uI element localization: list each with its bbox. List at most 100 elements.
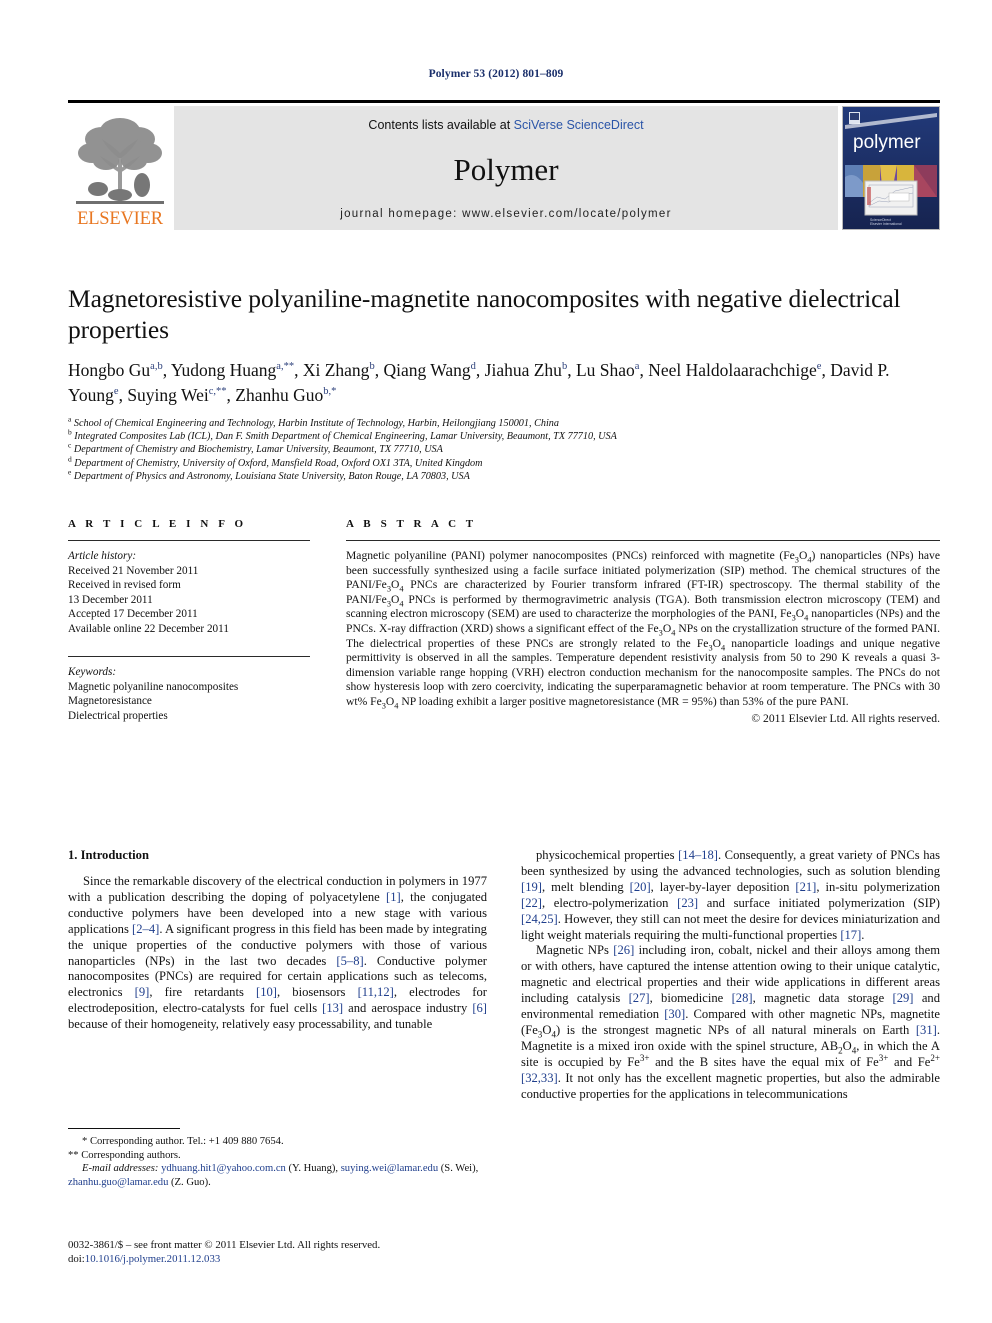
citation-ref[interactable]: [17]	[840, 928, 861, 942]
citation-ref[interactable]: [10]	[256, 985, 277, 999]
citation-ref[interactable]: [23]	[677, 896, 698, 910]
author-name: Yudong Huanga,**	[170, 360, 295, 380]
author-name: Suying Weic,**	[127, 385, 227, 405]
svg-text:polymer: polymer	[853, 132, 921, 153]
corresponding-author-tel: * Corresponding author. Tel.: +1 409 880…	[82, 1136, 284, 1147]
citation-ref[interactable]: [28]	[732, 991, 753, 1005]
left-column: 1. Introduction Since the remarkable dis…	[68, 848, 487, 1103]
email-link-huang[interactable]: ydhuang.hit1@yahoo.com.cn	[161, 1163, 286, 1174]
author-list: Hongbo Gua,b, Yudong Huanga,**, Xi Zhang…	[68, 360, 890, 405]
abstract-text: Magnetic polyaniline (PANI) polymer nano…	[346, 549, 941, 711]
elsevier-wordmark: ELSEVIER	[77, 209, 163, 229]
citation-ref[interactable]: [29]	[893, 991, 914, 1005]
article-info-column: A R T I C L E I N F O Article history: R…	[68, 518, 310, 725]
citation-ref[interactable]: [26]	[613, 943, 634, 957]
sciencedirect-link[interactable]: SciVerse ScienceDirect	[514, 118, 644, 132]
affiliation-line: c Department of Chemistry and Biochemist…	[68, 441, 443, 456]
citation-ref[interactable]: [31]	[916, 1023, 937, 1037]
author-name: Neel Haldolaarachchigee	[648, 360, 822, 380]
citation-ref[interactable]: [14–18]	[678, 848, 718, 862]
citation-ref[interactable]: [6]	[472, 1001, 487, 1015]
intro-paragraph-right-1: physicochemical properties [14–18]. Cons…	[521, 848, 940, 942]
citation-ref[interactable]: [9]	[135, 985, 150, 999]
abstract-rule	[346, 540, 940, 541]
author-affiliation-mark: a,**	[276, 361, 295, 373]
journal-homepage-link[interactable]: journal homepage: www.elsevier.com/locat…	[340, 208, 672, 220]
paper-page: Polymer 53 (2012) 801–809 ELSEVIER Conte…	[0, 0, 992, 1323]
article-info-rule	[68, 540, 310, 541]
abstract-column: A B S T R A C T Magnetic polyaniline (PA…	[346, 518, 940, 725]
citation-ref[interactable]: [21]	[795, 880, 816, 894]
citation-ref[interactable]: [5–8]	[336, 954, 363, 968]
affiliation-list: a School of Chemical Engineering and Tec…	[68, 414, 940, 483]
author-affiliation-mark: b,*	[323, 386, 337, 398]
article-info-heading: A R T I C L E I N F O	[68, 518, 247, 530]
author-affiliation-mark: b	[369, 361, 375, 373]
article-history-label: Article history:	[68, 550, 137, 562]
citation-ref[interactable]: [2–4]	[132, 922, 159, 936]
article-history-item: Received in revised form	[68, 579, 181, 591]
introduction-heading: 1. Introduction	[68, 848, 149, 862]
intro-paragraph-left-1: Since the remarkable discovery of the el…	[68, 874, 487, 1032]
email-addresses-line: E-mail addresses: ydhuang.hit1@yahoo.com…	[68, 1163, 479, 1188]
email-link-guo[interactable]: zhanhu.guo@lamar.edu	[68, 1177, 168, 1188]
affiliation-line: b Integrated Composites Lab (ICL), Dan F…	[68, 427, 617, 443]
citation-ref[interactable]: [19]	[521, 880, 542, 894]
body-columns: 1. Introduction Since the remarkable dis…	[68, 848, 940, 1103]
author-name: Qiang Wangd	[383, 360, 476, 380]
masthead-center-panel: Contents lists available at SciVerse Sci…	[174, 106, 838, 230]
citation-ref[interactable]: [24,25]	[521, 912, 558, 926]
author-name: Xi Zhangb	[302, 360, 375, 380]
citation-ref[interactable]: [13]	[322, 1001, 343, 1015]
imprint-block: 0032-3861/$ – see front matter © 2011 El…	[68, 1238, 528, 1266]
abstract-heading: A B S T R A C T	[346, 518, 477, 530]
citation-ref[interactable]: [30]	[664, 1007, 685, 1021]
author-affiliation-mark: c,**	[208, 386, 227, 398]
author-affiliation-mark: e	[113, 386, 119, 398]
right-column: physicochemical properties [14–18]. Cons…	[521, 848, 940, 1103]
affiliation-line: a School of Chemical Engineering and Tec…	[68, 414, 559, 429]
author-affiliation-mark: a	[634, 361, 640, 373]
issn-copyright-line: 0032-3861/$ – see front matter © 2011 El…	[68, 1239, 381, 1251]
title-block: Magnetoresistive polyaniline-magnetite n…	[68, 283, 940, 483]
author-name: Hongbo Gua,b	[68, 360, 163, 380]
elsevier-tree-icon	[76, 118, 164, 204]
email-link-wei[interactable]: suying.wei@lamar.edu	[341, 1163, 438, 1174]
info-abstract-region: A R T I C L E I N F O Article history: R…	[68, 518, 940, 725]
email-addresses-label: E-mail addresses:	[82, 1163, 159, 1175]
doi-link[interactable]: 10.1016/j.polymer.2011.12.033	[85, 1253, 220, 1265]
page-title: Magnetoresistive polyaniline-magnetite n…	[68, 284, 901, 344]
article-history-item: 13 December 2011	[68, 593, 153, 606]
corresponding-authors-note: ** Corresponding authors.	[68, 1149, 181, 1161]
citation-ref[interactable]: [20]	[630, 880, 651, 894]
footnote-rule	[68, 1128, 180, 1129]
svg-text:Elsevier International: Elsevier International	[870, 222, 902, 226]
citation-ref[interactable]: [27]	[629, 991, 650, 1005]
doi-line: doi:10.1016/j.polymer.2011.12.033	[68, 1252, 528, 1266]
affiliation-line: e Department of Physics and Astronomy, L…	[68, 467, 470, 482]
footnote-block: * Corresponding author. Tel.: +1 409 880…	[68, 1128, 487, 1189]
masthead-top-rule	[68, 100, 940, 103]
author-affiliation-mark: a,b	[150, 361, 163, 373]
author-affiliation-mark: d	[470, 361, 476, 373]
article-history-item: Available online 22 December 2011	[68, 622, 229, 635]
intro-paragraph-right-2: Magnetic NPs [26] including iron, cobalt…	[521, 943, 941, 1101]
elsevier-logo: ELSEVIER	[68, 106, 172, 230]
citation-ref[interactable]: [11,12]	[358, 985, 394, 999]
article-history-item: Received 21 November 2011	[68, 564, 199, 577]
contents-prefix: Contents lists available at	[368, 118, 514, 132]
keywords-label: Keywords:	[68, 666, 117, 678]
citation-ref[interactable]: [22]	[521, 896, 542, 910]
journal-title: Polymer	[453, 152, 559, 187]
affiliation-line: d Department of Chemistry, University of…	[68, 454, 483, 469]
cover-art: polymer ScienceDirect Elsevier Internati…	[843, 107, 939, 229]
citation-ref[interactable]: [32,33]	[521, 1071, 558, 1085]
keyword-item: Magnetic polyaniline nanocomposites	[68, 680, 239, 693]
journal-cover-thumbnail: polymer ScienceDirect Elsevier Internati…	[842, 106, 940, 230]
citation-ref[interactable]: [1]	[386, 890, 401, 904]
keyword-item: Magnetoresistance	[68, 695, 152, 707]
article-history-lines: Received 21 November 2011 Received in rev…	[68, 564, 310, 637]
running-head: Polymer 53 (2012) 801–809	[428, 68, 564, 80]
abstract-copyright: © 2011 Elsevier Ltd. All rights reserved…	[751, 711, 940, 725]
